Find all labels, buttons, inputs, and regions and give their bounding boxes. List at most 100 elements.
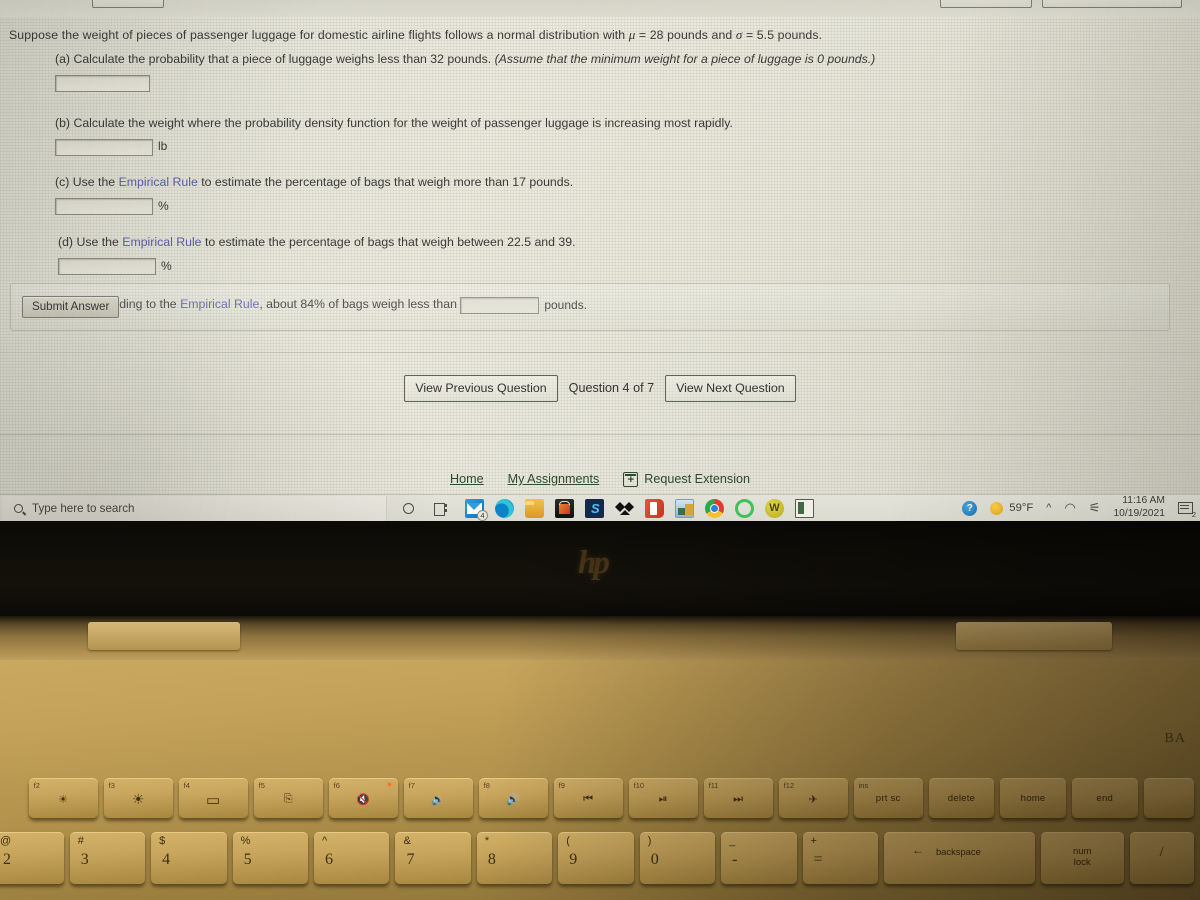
key-3[interactable]: # 3: [69, 832, 146, 884]
question-navigation: View Previous Question Question 4 of 7 V…: [0, 374, 1200, 402]
key-delete[interactable]: delete: [928, 778, 995, 818]
key-f10-fnlabel: f10: [633, 781, 645, 790]
key-f5-fnlabel: f5: [258, 781, 265, 790]
key-2-lower: 2: [3, 851, 11, 868]
windows-taskbar: Type here to search 4 S W ? 59°F ^ ◠ ⚟ 1…: [0, 494, 1200, 521]
app-window-icon[interactable]: [795, 498, 814, 518]
key-f2-brightness-down[interactable]: f2 ☀: [28, 778, 98, 818]
key-2[interactable]: @ 2: [0, 832, 64, 884]
nav-link-my-assignments[interactable]: My Assignments: [508, 472, 600, 486]
keyboard-function-row: f2 ☀ f3 ☀ f4 ▭ f5 ⎘ f6 🔇 f7 🔉 f8 🔊 f9 ⏮ …: [0, 778, 1200, 830]
key-f12-airplane-mode[interactable]: f12 ✈: [778, 778, 848, 818]
key-end[interactable]: end: [1071, 778, 1138, 818]
part-d-answer-input[interactable]: [58, 257, 156, 275]
key-4-upper: $: [159, 835, 166, 847]
nav-link-home[interactable]: Home: [450, 472, 484, 486]
key-print-screen[interactable]: ins prt sc: [853, 778, 923, 818]
part-c-answer-input[interactable]: [55, 198, 153, 216]
key-2-upper: @: [0, 835, 12, 847]
home-key-label: home: [1020, 792, 1046, 804]
request-extension-button[interactable]: Request Extension: [623, 471, 750, 487]
key-6[interactable]: ^ 6: [314, 832, 390, 884]
numpad-divide-label: /: [1159, 844, 1164, 860]
notifications-icon[interactable]: 2: [1178, 501, 1196, 519]
key-minus-lower: -: [732, 851, 738, 868]
key-f11-next-track[interactable]: f11 ⏭: [703, 778, 773, 818]
submit-answer-button[interactable]: Submit Answer: [22, 296, 120, 318]
key-minus[interactable]: _ -: [721, 832, 797, 884]
taskbar-clock[interactable]: 11:16 AM 10/19/2021: [1113, 495, 1165, 520]
edge-icon[interactable]: [495, 498, 514, 518]
bluetooth-icon[interactable]: ⚟: [1089, 500, 1101, 516]
key-home[interactable]: home: [1000, 778, 1066, 818]
weather-widget[interactable]: 59°F: [990, 501, 1033, 515]
mail-icon[interactable]: 4: [465, 498, 488, 521]
view-next-question-button[interactable]: View Next Question: [665, 374, 796, 402]
key-8-lower: 8: [487, 851, 496, 868]
key-0[interactable]: ) 0: [639, 832, 716, 884]
key-f10-play-pause[interactable]: f10 ⏯: [628, 778, 698, 818]
view-previous-question-button[interactable]: View Previous Question: [404, 374, 558, 402]
key-5-lower: 5: [243, 851, 252, 868]
dropbox-icon[interactable]: [615, 499, 634, 518]
key-f4-display-switch[interactable]: f4 ▭: [178, 778, 248, 818]
key-5[interactable]: % 5: [232, 832, 309, 884]
skype-icon[interactable]: S: [585, 498, 604, 518]
hinge-tab-right: [956, 622, 1112, 650]
key-f5-keyboard-backlight[interactable]: f5 ⎘: [253, 778, 323, 818]
brightness-down-icon: ☀: [58, 794, 69, 806]
end-key-label: end: [1096, 792, 1114, 804]
file-explorer-icon[interactable]: [525, 498, 544, 518]
backspace-label: backspace: [935, 846, 981, 857]
key-5-upper: %: [240, 835, 251, 847]
brightness-up-icon: ☀: [131, 791, 145, 807]
part-b-answer-row: lb: [0, 138, 1200, 156]
key-f7-volume-down[interactable]: f7 🔉: [403, 778, 473, 818]
request-extension-label: Request Extension: [644, 472, 750, 486]
key-4[interactable]: $ 4: [151, 832, 227, 884]
volume-down-icon: 🔉: [431, 794, 445, 806]
photos-icon[interactable]: [675, 498, 694, 518]
empirical-rule-link-c[interactable]: Empirical Rule: [119, 175, 198, 189]
key-f9-previous-track[interactable]: f9 ⏮: [553, 778, 623, 818]
part-d-unit: %: [161, 258, 172, 273]
key-f6-mute[interactable]: f6 🔇: [328, 778, 398, 818]
part-a-answer-input[interactable]: [55, 74, 150, 92]
key-8[interactable]: * 8: [476, 832, 553, 884]
chrome-button-partial-1[interactable]: [92, 0, 164, 8]
key-f8-volume-up[interactable]: f8 🔊: [478, 778, 548, 818]
key-9-lower: 9: [569, 851, 578, 868]
key-partial-right[interactable]: [1143, 778, 1195, 818]
part-b-answer-input[interactable]: [55, 138, 153, 156]
key-f12-fnlabel: f12: [783, 781, 795, 790]
key-numpad-divide[interactable]: /: [1129, 832, 1194, 884]
key-4-lower: 4: [162, 851, 171, 868]
key-9[interactable]: ( 9: [558, 832, 634, 884]
chrome-icon[interactable]: [705, 498, 724, 518]
help-icon[interactable]: ?: [962, 500, 978, 516]
empirical-rule-link-d[interactable]: Empirical Rule: [122, 235, 201, 249]
key-prtsc-fnlabel: ins: [858, 781, 869, 790]
key-7[interactable]: & 7: [395, 832, 471, 884]
chrome-button-partial-2[interactable]: [940, 0, 1032, 8]
key-f3-brightness-up[interactable]: f3 ☀: [103, 778, 173, 818]
microsoft-store-icon[interactable]: [555, 498, 574, 518]
key-backspace[interactable]: ← backspace: [883, 832, 1035, 884]
webassign-icon[interactable]: W: [765, 498, 784, 518]
system-tray: ? 59°F ^ ◠ ⚟ 11:16 AM 10/19/2021 2: [962, 495, 1200, 520]
office-icon[interactable]: [645, 498, 664, 518]
key-equals[interactable]: + =: [802, 832, 878, 884]
wifi-icon[interactable]: ◠: [1064, 500, 1075, 516]
spotify-ring-icon[interactable]: [735, 498, 754, 518]
taskbar-search-box[interactable]: Type here to search: [2, 495, 387, 521]
display-switch-icon: ▭: [206, 791, 221, 809]
chrome-button-partial-3[interactable]: [1042, 0, 1182, 8]
part-a-note: (Assume that the minimum weight for a pi…: [494, 51, 876, 66]
task-view-icon[interactable]: [434, 502, 448, 516]
clock-date: 10/19/2021: [1113, 508, 1165, 519]
cortana-icon[interactable]: [403, 502, 414, 514]
key-num-lock[interactable]: num lock: [1040, 832, 1124, 884]
chevron-up-icon[interactable]: ^: [1046, 502, 1051, 514]
hp-logo: hp: [578, 545, 610, 581]
browser-chrome-sliver: [0, 0, 1200, 17]
